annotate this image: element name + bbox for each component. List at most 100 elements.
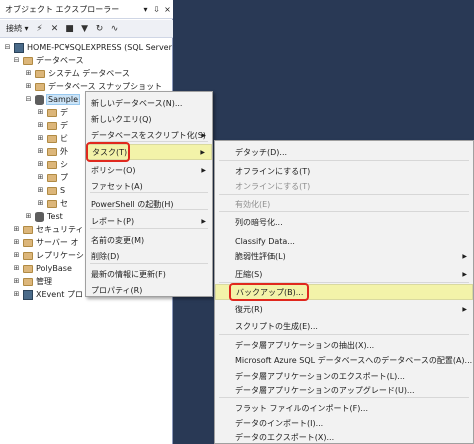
activity-monitor-icon[interactable]: ∿ [109,23,121,35]
expand-icon[interactable]: ⊞ [36,186,45,195]
context-menu-item[interactable]: データベースをスクリプト化(S) ▶ [86,127,212,143]
submenu-arrow-icon: ▶ [201,166,206,174]
object-explorer-toolbar: 接続 ▾ ⚡ ✕ ■ ▼ ↻ ∿ [0,20,173,38]
pin-icon[interactable]: ⇩ [151,3,162,16]
context-menu-item[interactable]: 最新の情報に更新(F) [86,266,212,282]
tree-node[interactable]: ⊞ システム データベース [24,67,130,80]
tasks-menu-item[interactable]: デタッチ(D)... [215,144,473,160]
filter-icon[interactable]: ▼ [79,23,91,35]
expand-icon[interactable]: ⊞ [24,212,33,221]
tree-node[interactable]: ⊞ デ [36,106,68,119]
connect-plug-icon[interactable]: ⚡ [34,23,46,35]
expand-icon[interactable]: ⊞ [12,290,21,299]
stop-icon[interactable]: ■ [64,23,76,35]
context-menu-item[interactable]: 削除(D) [86,248,212,264]
tree-node[interactable]: ⊞ XEvent プロ [12,288,83,301]
expand-icon[interactable]: ⊞ [36,147,45,156]
context-menu-item-label: 名前の変更(M) [91,235,145,245]
disconnect-icon[interactable]: ✕ [49,23,61,35]
tasks-submenu: デタッチ(D)... オフラインにする(T) オンラインにする(T) 有効化(E) 列の… [214,140,474,444]
tree-node[interactable]: ⊞ 管理 [12,275,52,288]
refresh-icon[interactable]: ↻ [94,23,106,35]
expand-icon[interactable]: ⊞ [24,69,33,78]
tree-node-label: レプリケーシ [36,251,84,260]
tree-node[interactable]: ⊞ レプリケーシ [12,249,84,262]
tree-node[interactable]: ⊟ Sample [24,93,80,106]
tree-node[interactable]: ⊞ セキュリティ [12,223,84,236]
expand-icon[interactable]: ⊞ [36,134,45,143]
context-menu-item[interactable]: PowerShell の起動(H) [86,196,212,212]
connect-button[interactable]: 接続 ▾ [4,22,31,36]
tree-node-label: セキュリティ [36,225,84,234]
tasks-menu-item[interactable]: 圧縮(S) ▶ [215,266,473,282]
tree-node-label: XEvent プロ [36,290,83,299]
tree-node[interactable]: ⊞ ビ [36,132,68,145]
expand-icon[interactable]: ⊞ [12,225,21,234]
tree-node[interactable]: ⊞ デ [36,119,68,132]
tasks-menu-item[interactable]: 列の暗号化... [215,214,473,230]
tree-node[interactable]: ⊟ HOME-PC¥SQLEXPRESS (SQL Server [3,41,172,54]
expand-icon[interactable]: ⊞ [36,121,45,130]
tree-node[interactable]: ⊞ シ [36,158,68,171]
tasks-menu-item: オンラインにする(T) [215,178,473,194]
expand-icon[interactable]: ⊞ [12,238,21,247]
tree-node[interactable]: ⊞ S [36,184,66,197]
expand-icon[interactable]: ⊞ [36,108,45,117]
folder-icon [35,69,45,78]
submenu-arrow-icon: ▶ [201,217,206,225]
expand-icon[interactable]: ⊞ [12,264,21,273]
folder-icon [47,121,57,130]
tasks-menu-item-label: 脆弱性評価(L) [235,251,286,261]
tree-node-label: 外 [60,147,68,156]
context-menu-item[interactable]: レポート(P) ▶ [86,213,212,229]
collapse-icon[interactable]: ⊟ [12,56,21,65]
tree-node[interactable]: ⊞ プ [36,171,68,184]
tasks-menu-item[interactable]: オフラインにする(T) [215,163,473,179]
tasks-menu-item-label: データ層アプリケーションのアップグレード(U)... [235,385,415,395]
tasks-menu-item[interactable]: フラット ファイルのインポート(F)... [215,400,473,416]
context-menu-item[interactable]: タスク(T) ▶ [86,144,212,160]
context-menu-item[interactable]: 新しいデータベース(N)... [86,95,212,111]
tasks-menu-item[interactable]: 復元(R) ▶ [215,301,473,317]
expand-icon[interactable]: ⊞ [36,199,45,208]
expand-icon[interactable]: ⊞ [12,251,21,260]
tree-node-label: 管理 [36,277,52,286]
tasks-menu-item[interactable]: データ層アプリケーションの抽出(X)... [215,337,473,353]
tree-node[interactable]: ⊞ Test [24,210,63,223]
context-menu-item-label: データベースをスクリプト化(S) [91,130,206,140]
expand-icon[interactable]: ⊞ [36,160,45,169]
folder-icon [35,82,45,91]
expand-icon[interactable]: ⊞ [12,277,21,286]
tasks-menu-item[interactable]: スクリプトの生成(E)... [215,318,473,334]
tasks-menu-item[interactable]: 脆弱性評価(L) ▶ [215,248,473,264]
expand-icon[interactable]: ⊞ [36,173,45,182]
tasks-menu-item[interactable]: バックアップ(B)... [215,284,473,300]
context-menu-item[interactable]: 新しいクエリ(Q) [86,111,212,127]
tasks-menu-item-label: 列の暗号化... [235,217,283,227]
tasks-menu-item[interactable]: データ層アプリケーションのアップグレード(U)... [215,382,473,398]
tree-node[interactable]: ⊞ サーバー オ [12,236,79,249]
context-menu-item-label: タスク(T) [92,147,128,157]
object-explorer-title: オブジェクト エクスプローラー [5,4,120,14]
tree-node[interactable]: ⊟ データベース [12,54,84,67]
submenu-arrow-icon: ▶ [462,270,467,278]
collapse-icon[interactable]: ⊟ [24,95,33,104]
context-menu-item[interactable]: 名前の変更(M) [86,232,212,248]
tree-node[interactable]: ⊞ PolyBase [12,262,72,275]
context-menu-item[interactable]: ポリシー(O) ▶ [86,162,212,178]
menu-separator [219,194,469,195]
tree-node[interactable]: ⊞ セ [36,197,68,210]
expand-icon[interactable]: ⊞ [24,82,33,91]
tree-node[interactable]: ⊞ 外 [36,145,68,158]
tasks-menu-item[interactable]: データのエクスポート(X)... [215,429,473,444]
collapse-icon[interactable]: ⊟ [3,43,12,52]
tasks-menu-item[interactable]: Classify Data... [215,233,473,249]
context-menu-item[interactable]: プロパティ(R) [86,282,212,298]
tasks-menu-item[interactable]: Microsoft Azure SQL データベースへのデータベースの配置(A)… [215,352,473,368]
close-icon[interactable]: × [162,3,173,16]
window-position-dropdown-icon[interactable]: ▾ [140,3,151,16]
tasks-menu-item-label: デタッチ(D)... [235,147,288,157]
tasks-menu-item-label: 圧縮(S) [235,269,263,279]
context-menu-item[interactable]: ファセット(A) [86,178,212,194]
tasks-menu-item-label: データのエクスポート(X)... [235,432,335,442]
